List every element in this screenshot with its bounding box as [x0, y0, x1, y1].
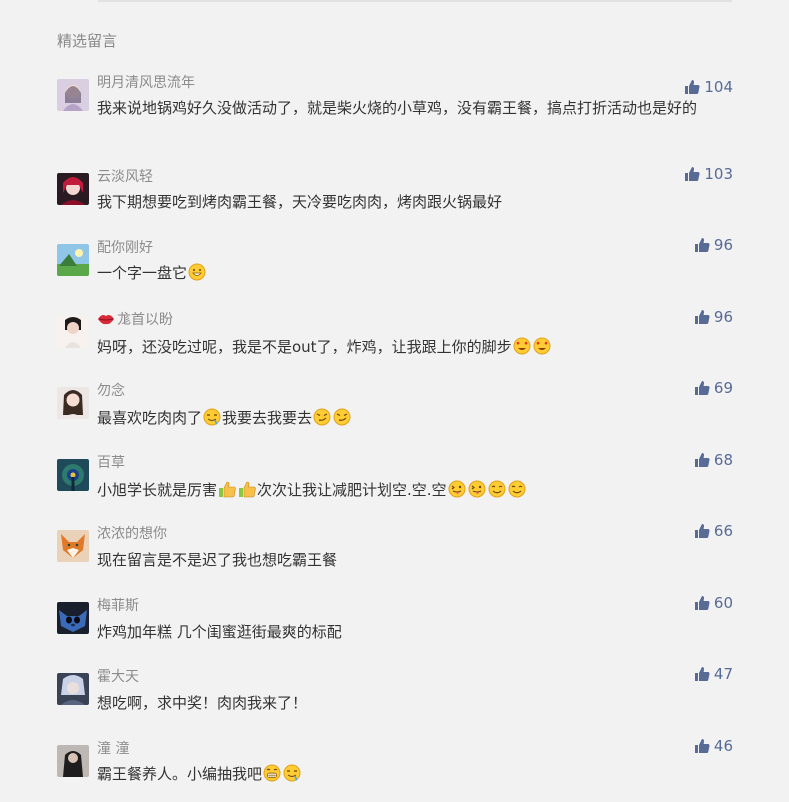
comment-text: 最喜欢吃肉肉了 我要去我要去 [97, 407, 733, 430]
like-button[interactable]: 66 [694, 522, 733, 540]
comment-text: 炸鸡加年糕 几个闺蜜逛街最爽的标配 [97, 623, 342, 641]
like-count: 96 [713, 308, 733, 326]
like-count: 103 [704, 165, 733, 183]
comment-text: 想吃啊，求中奖！肉肉我来了！ [97, 694, 308, 712]
smirk-emoji-icon [333, 408, 351, 426]
lips-icon [98, 315, 114, 325]
like-button[interactable]: 96 [694, 236, 733, 254]
comment-text: 我来说地锅鸡好久没做活动了，就是柴火烧的小草鸡，没有霸王餐，搞点打折活动也是好的 [97, 99, 698, 117]
comment-text: 我下期想要吃到烤肉霸王餐，天冷要吃肉肉，烤肉跟火锅最好 [97, 193, 503, 211]
like-button[interactable]: 69 [694, 379, 733, 397]
comment-nickname-text: 尨首以盼 [117, 312, 173, 328]
avatar-peacock-icon[interactable] [57, 459, 89, 491]
thumb-up-icon [694, 523, 710, 539]
comment-text-part: 最喜欢吃肉肉了 [97, 409, 203, 427]
comment-text-part: 我要去我要去 [222, 409, 313, 427]
avatar-anime-red-icon[interactable] [57, 173, 89, 205]
thumb-up-icon [694, 738, 710, 754]
avatar-dark-icon[interactable] [57, 745, 89, 777]
comment-text-part: 次次让我让减肥计划空.空.空 [257, 481, 447, 499]
comment-text: 霸王餐养人。小编抽我吧 [97, 763, 733, 786]
comment-nickname: 云淡风轻 [97, 169, 153, 185]
comment-nickname: 勿念 [97, 383, 125, 399]
avatar-girl-pink-icon[interactable] [57, 79, 89, 111]
like-count: 96 [713, 236, 733, 254]
like-count: 66 [713, 522, 733, 540]
smile-emoji-icon [508, 480, 526, 498]
like-count: 46 [713, 737, 733, 755]
comment-nickname: 浓浓的想你 [97, 526, 167, 542]
like-count: 60 [713, 594, 733, 612]
like-button[interactable]: 46 [694, 737, 733, 755]
section-title: 精选留言 [57, 32, 118, 50]
comment-nickname: 配你刚好 [97, 240, 153, 256]
thumbs-up-emoji-icon [219, 481, 236, 498]
tongue-emoji-icon [468, 480, 486, 498]
comment-text: 现在留言是不是迟了我也想吃霸王餐 [97, 551, 338, 569]
top-divider [98, 0, 732, 2]
like-count: 104 [704, 78, 733, 96]
comment-text-part: 小旭学长就是厉害 [97, 481, 218, 499]
drool-emoji-icon [283, 764, 301, 782]
avatar-stitch-icon[interactable] [57, 602, 89, 634]
drool-emoji-icon [203, 408, 221, 426]
comment-nickname: 尨首以盼 [97, 309, 173, 329]
avatar-anime-grey-icon[interactable] [57, 673, 89, 705]
heart-eyes-emoji-icon [513, 337, 531, 355]
like-count: 69 [713, 379, 733, 397]
big-grin-emoji-icon [263, 764, 281, 782]
thumb-up-icon [694, 452, 710, 468]
avatar-girl-portrait-icon[interactable] [57, 387, 89, 419]
comment-text: 一个字一盘它 [97, 262, 733, 285]
comment-nickname: 潼 潼 [97, 741, 130, 757]
like-count: 47 [713, 665, 733, 683]
comment-nickname: 百草 [97, 455, 125, 471]
like-count: 68 [713, 451, 733, 469]
avatar-landscape-icon[interactable] [57, 244, 89, 276]
like-button[interactable]: 47 [694, 665, 733, 683]
comment-text-content: 一个字一盘它 [97, 264, 188, 282]
comment-nickname: 霍大天 [97, 669, 139, 685]
grin-emoji-icon [188, 263, 206, 281]
comment-text: 小旭学长就是厉害 次次让我让减肥计划空.空.空 [97, 479, 733, 502]
comment-text-content: 霸王餐养人。小编抽我吧 [97, 765, 263, 783]
comment-text: 妈呀，还没吃过呢，我是不是out了，炸鸡，让我跟上你的脚步 [97, 336, 733, 359]
tongue-emoji-icon [448, 480, 466, 498]
thumb-up-icon [694, 237, 710, 253]
like-button[interactable]: 68 [694, 451, 733, 469]
smile-emoji-icon [488, 480, 506, 498]
thumb-up-icon [694, 309, 710, 325]
like-button[interactable]: 103 [684, 165, 733, 183]
smirk-emoji-icon [313, 408, 331, 426]
avatar-fox-icon[interactable] [57, 530, 89, 562]
comment-text-content: 妈呀，还没吃过呢，我是不是out了，炸鸡，让我跟上你的脚步 [97, 338, 512, 356]
comment-nickname: 明月清风思流年 [97, 75, 195, 91]
like-button[interactable]: 60 [694, 594, 733, 612]
comment-nickname: 梅菲斯 [97, 598, 139, 614]
like-button[interactable]: 104 [684, 78, 733, 96]
thumb-up-icon [684, 166, 700, 182]
like-button[interactable]: 96 [694, 308, 733, 326]
thumb-up-icon [694, 380, 710, 396]
thumb-up-icon [694, 595, 710, 611]
thumb-up-icon [684, 79, 700, 95]
thumb-up-icon [694, 666, 710, 682]
thumbs-up-emoji-icon [239, 481, 256, 498]
heart-eyes-emoji-icon [533, 337, 551, 355]
avatar-girl-white-icon[interactable] [57, 316, 89, 348]
